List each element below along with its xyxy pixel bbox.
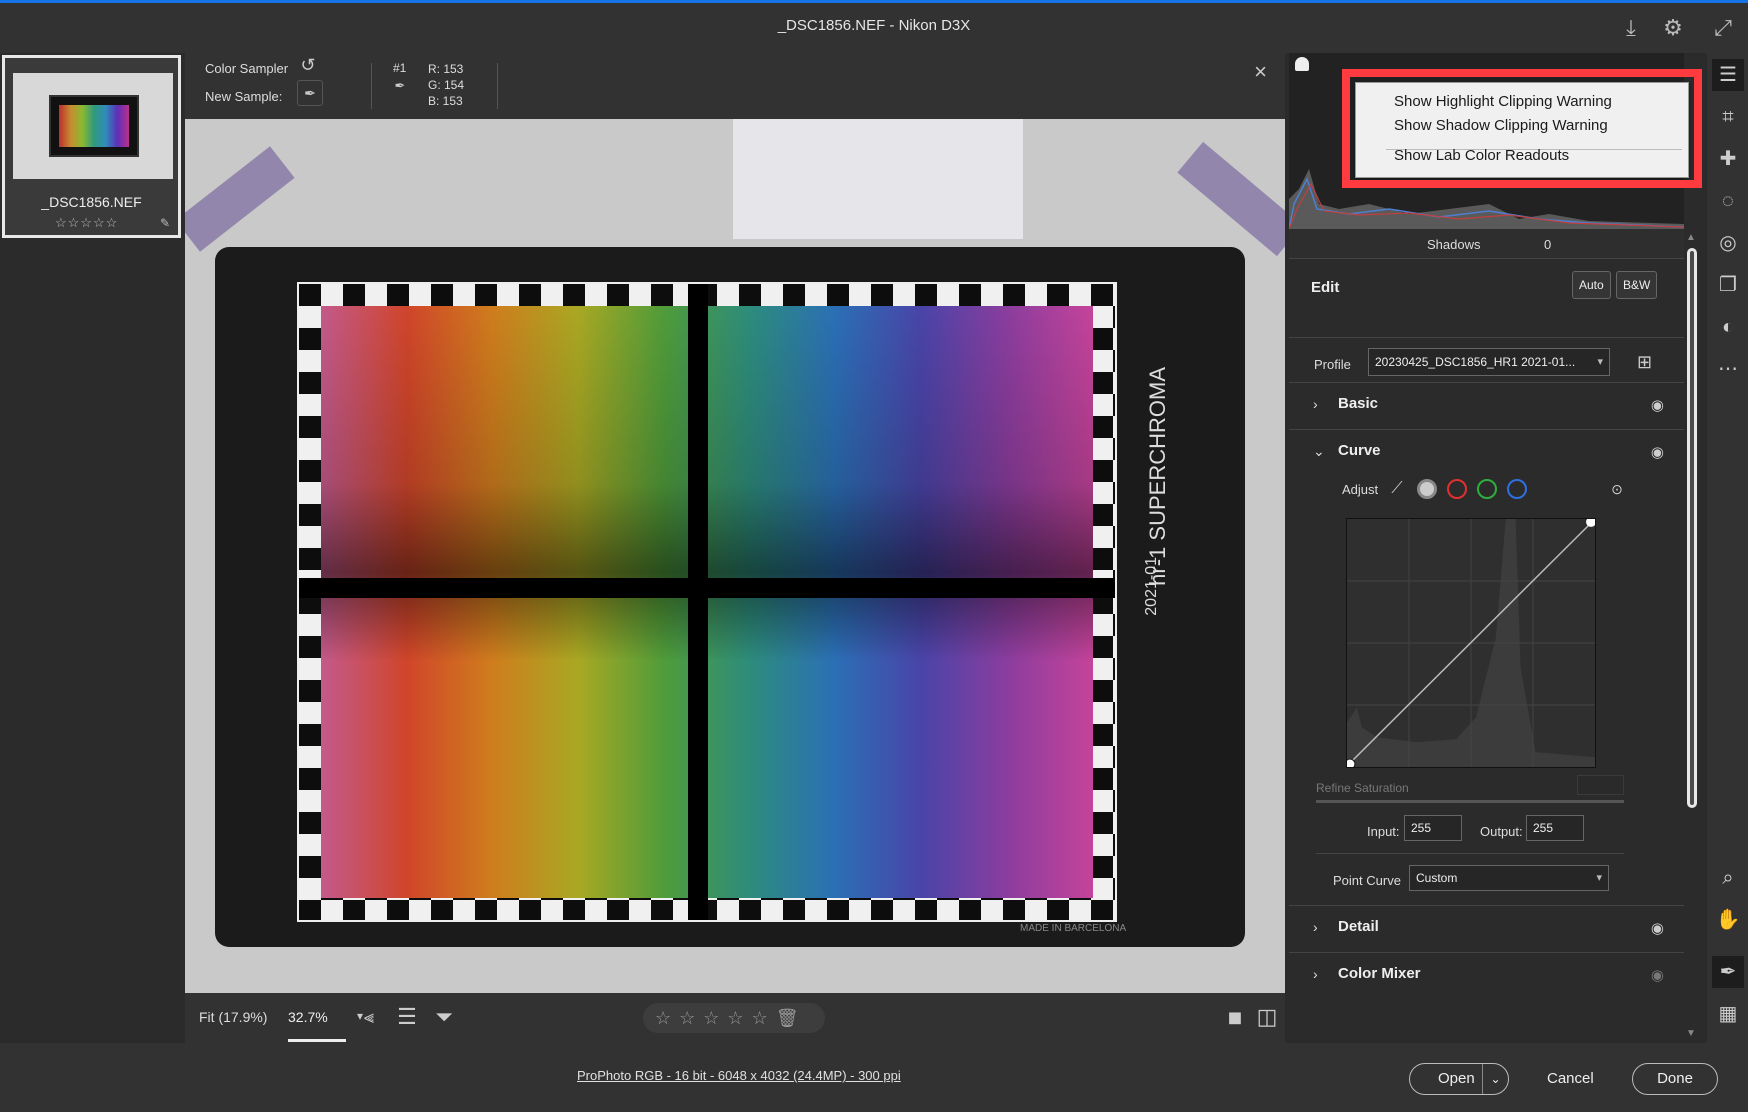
before-after-icon[interactable]: ◫: [1253, 1003, 1281, 1031]
color-sampler-icon[interactable]: ✒: [1712, 956, 1744, 988]
status-bar: ProPhoto RGB - 16 bit - 6048 x 4032 (24.…: [0, 1043, 1748, 1112]
open-button[interactable]: Open ⌄: [1409, 1063, 1509, 1095]
thumbnail-rating[interactable]: ☆☆☆☆☆: [55, 215, 118, 231]
bw-button[interactable]: B&W: [1616, 271, 1658, 299]
section-detail[interactable]: › Detail ◉: [1289, 905, 1684, 951]
rating-stars[interactable]: ☆☆☆☆☆🗑: [643, 1003, 825, 1033]
gear-icon[interactable]: ⚙: [1660, 15, 1686, 41]
adjust-label: Adjust: [1342, 482, 1379, 497]
section-color-mixer[interactable]: › Color Mixer ◉: [1289, 952, 1684, 998]
save-icon[interactable]: ⤓: [1618, 15, 1644, 41]
filmstrip-toggle-icon[interactable]: ⫷: [355, 1003, 383, 1031]
scrollbar-thumb[interactable]: [1687, 248, 1697, 808]
crop-icon[interactable]: ⌗: [1712, 101, 1744, 133]
close-icon[interactable]: ×: [1254, 59, 1267, 85]
hand-tool-icon[interactable]: ✋: [1712, 904, 1744, 936]
workflow-options-link[interactable]: ProPhoto RGB - 16 bit - 6048 x 4032 (24.…: [577, 1068, 901, 1083]
chevron-down-icon: ▾: [1596, 872, 1602, 884]
masking-icon[interactable]: ◌: [1712, 185, 1744, 217]
chevron-right-icon: ›: [1313, 396, 1318, 412]
parametric-curve-icon[interactable]: ⟋: [1387, 479, 1407, 499]
edit-controls: Edit Auto B&W Profile 20230425_DSC1856_H…: [1289, 259, 1684, 1043]
blue-curve-button[interactable]: [1507, 479, 1527, 499]
chevron-right-icon: ›: [1313, 919, 1318, 935]
histogram-readout: Shadows 0: [1289, 229, 1684, 259]
expand-icon[interactable]: ⤢: [1710, 15, 1736, 41]
filmstrip: _DSC1856.NEF ☆☆☆☆☆ ✎: [0, 53, 183, 1043]
scroll-up-icon[interactable]: ▲: [1686, 232, 1696, 243]
output-field[interactable]: 255: [1526, 815, 1584, 841]
refine-saturation-label: Refine Saturation: [1316, 781, 1409, 795]
snapshots-icon[interactable]: ❐: [1712, 269, 1744, 301]
annotation-highlight-box: [1342, 69, 1702, 188]
point-curve-select[interactable]: Custom ▾: [1409, 865, 1609, 891]
eye-icon[interactable]: ◉: [1651, 919, 1664, 937]
chevron-down-icon: ▾: [1597, 356, 1603, 368]
chevron-right-icon: ›: [1313, 966, 1318, 982]
input-field[interactable]: 255: [1404, 815, 1462, 841]
eye-icon[interactable]: ◉: [1651, 396, 1664, 414]
edit-sliders-icon[interactable]: ☰: [1712, 59, 1744, 91]
thumbnail-filename: _DSC1856.NEF: [41, 194, 142, 210]
rgb-curve-button[interactable]: [1417, 479, 1437, 499]
profile-select[interactable]: 20230425_DSC1856_HR1 2021-01... ▾: [1368, 348, 1610, 376]
refine-saturation-value: [1577, 775, 1624, 795]
section-basic[interactable]: › Basic ◉: [1289, 382, 1684, 428]
image-preview[interactable]: hr-1 SUPERCHROMA 2021-01 MADE IN BARCELO…: [185, 119, 1285, 993]
chevron-down-icon[interactable]: ⌄: [1482, 1064, 1508, 1094]
cycle-view-icon[interactable]: ◼: [1221, 1003, 1249, 1031]
rgb-readout: R: 153 G: 154 B: 153: [428, 62, 465, 108]
window-title: _DSC1856.NEF - Nikon D3X: [777, 17, 971, 34]
presets-icon[interactable]: ◐: [1712, 311, 1744, 343]
panel-scrollbar[interactable]: ▲ ▼: [1684, 228, 1700, 1043]
target-branding: hr-1 SUPERCHROMA 2021-01: [1143, 367, 1170, 616]
section-curve[interactable]: ⌄ Curve ◉: [1289, 429, 1684, 475]
new-sample-label: New Sample:: [205, 89, 283, 104]
point-curve-label: Point Curve: [1333, 873, 1401, 888]
color-target-board: hr-1 SUPERCHROMA 2021-01 MADE IN BARCELO…: [215, 247, 1245, 947]
eyedropper-icon[interactable]: ✒: [297, 80, 323, 106]
thumbnail[interactable]: _DSC1856.NEF ☆☆☆☆☆ ✎: [2, 55, 181, 238]
color-sampler-bar: Color Sampler ↺ New Sample: ✒ #1 ✒ R: 15…: [185, 53, 1285, 119]
sample-eyedropper-icon[interactable]: ✒: [392, 78, 408, 94]
cancel-button[interactable]: Cancel: [1547, 1070, 1594, 1087]
view-toolbar: Fit (17.9%) 32.7% ▾ ⫷ ☰ ⏷ ☆☆☆☆☆🗑 ◼ ◫: [185, 993, 1285, 1043]
more-icon[interactable]: ⋯: [1712, 353, 1744, 385]
eye-icon[interactable]: ◉: [1651, 966, 1664, 984]
target-adjust-icon[interactable]: ⊙: [1607, 479, 1627, 499]
healing-icon[interactable]: ✚: [1712, 143, 1744, 175]
curve-graph[interactable]: [1346, 518, 1596, 768]
sort-icon[interactable]: ☰: [393, 1003, 421, 1031]
refine-saturation-slider[interactable]: [1316, 800, 1624, 803]
fit-zoom[interactable]: Fit (17.9%): [199, 1009, 267, 1025]
chevron-down-icon: ⌄: [1313, 443, 1325, 459]
red-curve-button[interactable]: [1447, 479, 1467, 499]
color-sampler-title: Color Sampler: [205, 61, 289, 76]
reset-samplers-icon[interactable]: ↺: [297, 55, 319, 76]
sample-id: #1: [393, 61, 407, 75]
eye-icon[interactable]: ◉: [1651, 443, 1664, 461]
edit-panel: Shadows 0 Edit Auto B&W Profile 20230425…: [1289, 53, 1684, 1043]
profile-browser-icon[interactable]: ⊞: [1637, 352, 1661, 374]
edited-badge-icon: ✎: [159, 216, 170, 230]
edit-title: Edit: [1311, 279, 1340, 296]
filter-icon[interactable]: ⏷: [430, 1003, 458, 1031]
color-target: [297, 282, 1117, 922]
zoom-tool-icon[interactable]: ⌕: [1712, 862, 1744, 894]
auto-button[interactable]: Auto: [1572, 271, 1611, 299]
grid-icon[interactable]: ▦: [1712, 998, 1744, 1030]
title-bar: _DSC1856.NEF - Nikon D3X ⤓ ⚙ ⤢: [0, 0, 1748, 53]
red-eye-icon[interactable]: ◎: [1712, 227, 1744, 259]
input-label: Input:: [1367, 824, 1400, 839]
profile-label: Profile: [1314, 357, 1351, 372]
thumbnail-image: [13, 73, 173, 179]
highlight-clipping-icon[interactable]: [1295, 57, 1309, 71]
zoom-level[interactable]: 32.7%: [288, 1009, 328, 1025]
scroll-down-icon[interactable]: ▼: [1686, 1028, 1696, 1039]
output-label: Output:: [1480, 824, 1523, 839]
tool-rail: ☰ ⌗ ✚ ◌ ◎ ❐ ◐ ⋯ ⌕ ✋ ✒ ▦: [1707, 53, 1748, 1043]
done-button[interactable]: Done: [1632, 1063, 1718, 1095]
trash-icon[interactable]: 🗑: [776, 1008, 799, 1028]
green-curve-button[interactable]: [1477, 479, 1497, 499]
